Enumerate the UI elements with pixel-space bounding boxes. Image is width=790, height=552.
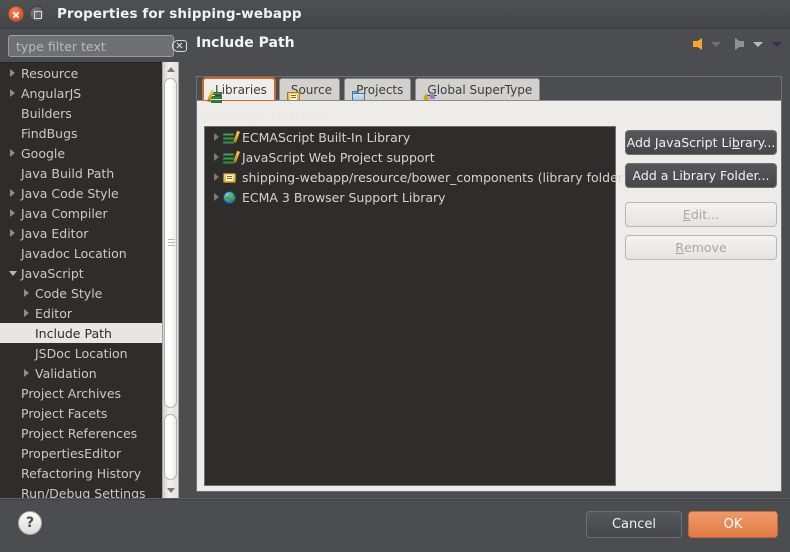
libraries-label: JavaScript Libraries: <box>204 108 329 123</box>
add-a-library-folder-button[interactable]: Add a Library Folder... <box>625 163 777 188</box>
properties-dialog: Properties for shipping-webapp ResourceA… <box>0 0 790 552</box>
library-books-icon <box>223 130 240 144</box>
expand-triangle-icon[interactable] <box>209 173 223 181</box>
edit-button: Edit... <box>625 202 777 227</box>
tab-label: Libraries <box>215 82 267 97</box>
library-name: shipping-webapp/resource/bower_component… <box>242 169 628 185</box>
library-name: JavaScript Web Project support <box>242 149 435 165</box>
tab-libraries[interactable]: Libraries <box>202 77 276 103</box>
expand-triangle-icon[interactable] <box>209 153 223 161</box>
library-name: ECMA 3 Browser Support Library <box>242 189 446 205</box>
expand-triangle-icon[interactable] <box>209 133 223 141</box>
globe-icon <box>223 190 240 204</box>
library-name: ECMAScript Built-In Library <box>242 129 411 145</box>
library-list-item[interactable]: ECMAScript Built-In Library <box>205 127 615 147</box>
remove-button: Remove <box>625 235 777 260</box>
library-books-icon <box>223 150 240 164</box>
footer-separator-dark <box>0 499 790 500</box>
panel-content: JavaScript Libraries: ECMAScript Built-I… <box>0 0 790 552</box>
help-icon[interactable]: ? <box>18 511 42 535</box>
library-list-item[interactable]: shipping-webapp/resource/bower_component… <box>205 167 628 187</box>
library-list-item[interactable]: ECMA 3 Browser Support Library <box>205 187 615 207</box>
ok-button[interactable]: OK <box>688 511 778 538</box>
cancel-button[interactable]: Cancel <box>586 511 682 538</box>
libraries-list[interactable]: ECMAScript Built-In Library JavaScript We… <box>204 126 628 486</box>
library-list-item[interactable]: JavaScript Web Project support <box>205 147 615 167</box>
library-action-buttons: Add JavaScript Li b rary... Add a Library F… <box>625 130 777 268</box>
expand-triangle-icon[interactable] <box>209 193 223 201</box>
library-folder-icon <box>223 171 240 184</box>
add-javascript-library-button[interactable]: Add JavaScript Li b rary... <box>625 130 777 155</box>
